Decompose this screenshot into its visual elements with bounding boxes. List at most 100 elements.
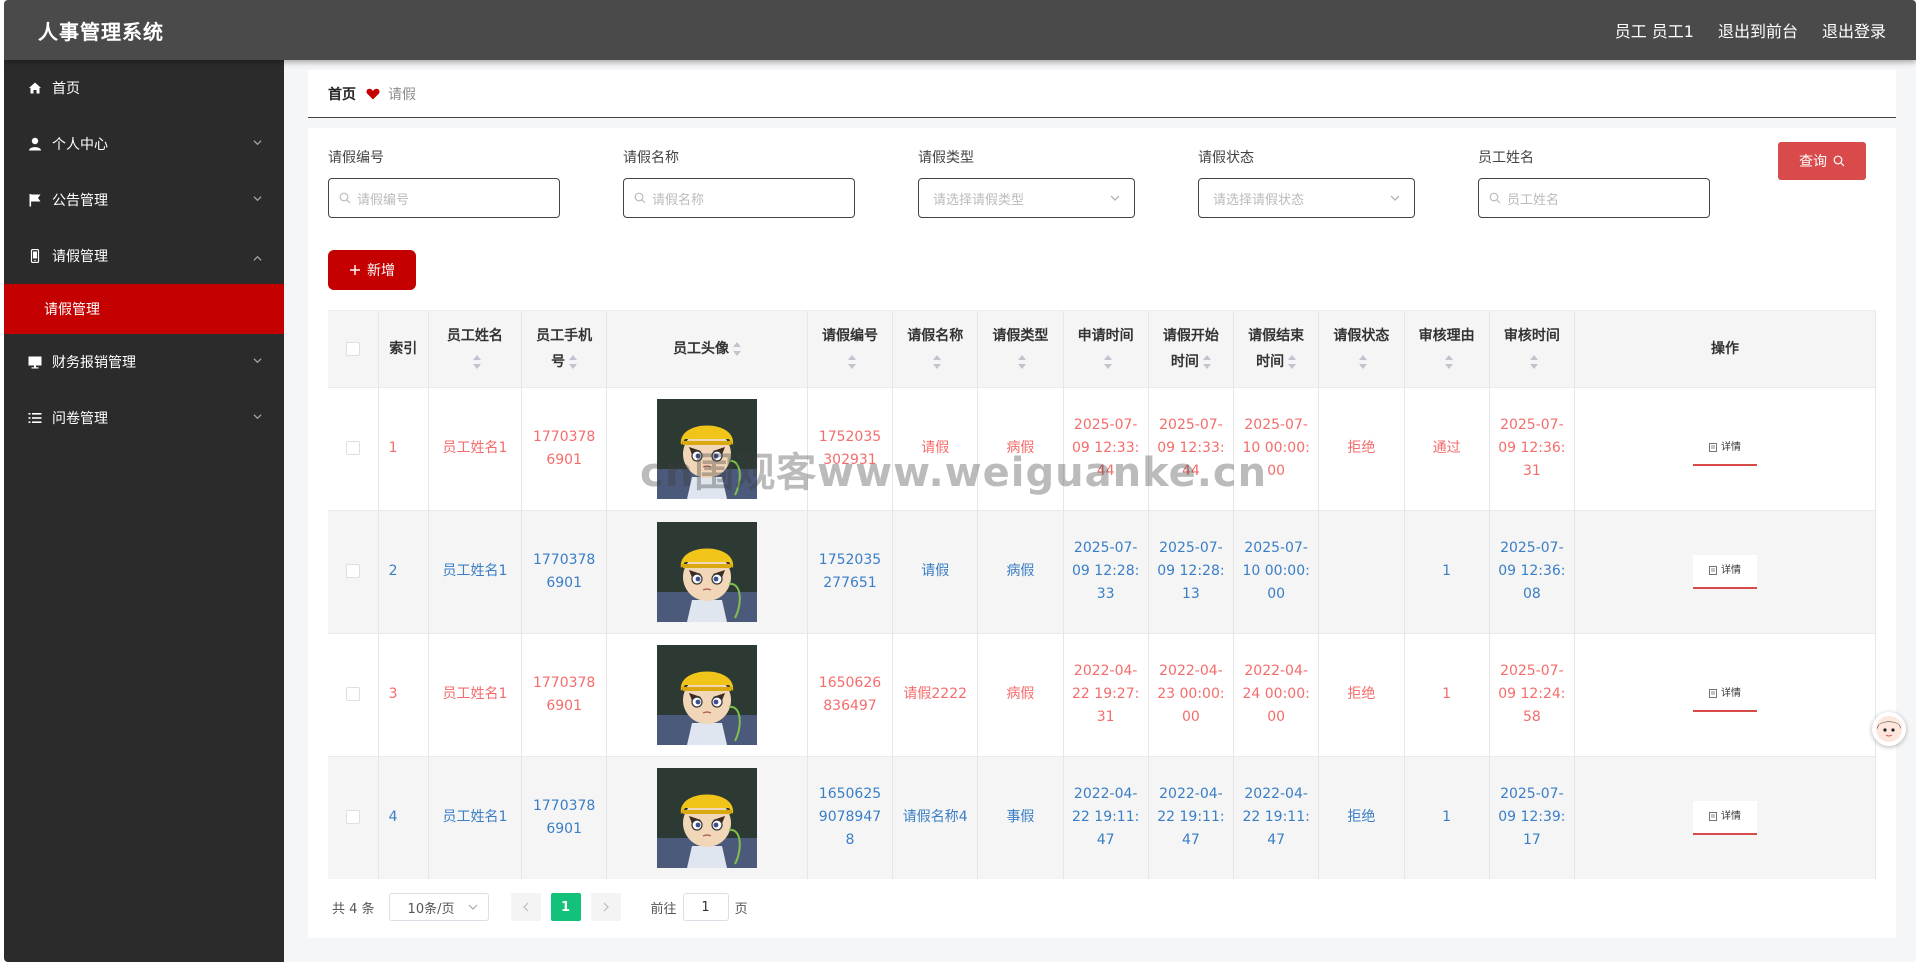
main-content: 首页 请假 请假编号 请假编号 请假名称 请假名称 请假类型 请选择请假类型 请… — [308, 70, 1896, 938]
leave-name-input[interactable]: 请假名称 — [623, 178, 855, 218]
row-checkbox[interactable] — [345, 810, 360, 825]
row-checkbox[interactable] — [345, 441, 360, 455]
row-checkbox[interactable] — [345, 687, 360, 701]
document-icon — [1709, 566, 1717, 575]
cell-employee-avatar — [606, 509, 808, 633]
leave-status-select[interactable]: 请选择请假状态 — [1198, 178, 1415, 218]
sort-icon[interactable] — [733, 341, 742, 356]
cell-text: 2022-04-24 00:00:00 — [1242, 663, 1310, 725]
employee-name-input[interactable]: 员工姓名 — [1478, 178, 1710, 218]
header-status[interactable]: 请假状态 — [1318, 311, 1405, 387]
sort-icon[interactable] — [847, 354, 856, 369]
page-jump-suffix: 页 — [734, 901, 748, 917]
sidebar-subitem-leave-management[interactable]: 请假管理 — [4, 284, 284, 334]
breadcrumb-home[interactable]: 首页 — [328, 84, 356, 104]
sidebar-item-label: 首页 — [52, 81, 80, 97]
table-row[interactable]: 4 员工姓名1 17703786901 16506259078947 8 请假名称4 事假… — [328, 755, 1877, 879]
prev-page-button[interactable] — [510, 893, 541, 921]
sort-icon[interactable] — [1103, 354, 1112, 369]
cell-text: 2025-07-09 12:33:44 — [1157, 417, 1225, 479]
header-leave-type[interactable]: 请假类型 — [977, 311, 1064, 387]
placeholder-text: 请假编号 — [357, 192, 410, 208]
cell-leave-code: 16506259078947 8 — [807, 755, 894, 879]
logout-link[interactable]: 退出登录 — [1822, 18, 1886, 42]
header-leave-name[interactable]: 请假名称 — [892, 311, 979, 387]
detail-button[interactable]: 详情 — [1692, 800, 1757, 835]
sort-icon[interactable] — [569, 354, 578, 369]
cell-text: 病假 — [1006, 440, 1035, 456]
header-index: 索引 — [378, 311, 429, 387]
sort-icon[interactable] — [1288, 354, 1297, 369]
sort-icon[interactable] — [1018, 354, 1027, 369]
header-start-time[interactable]: 请假开始时间 — [1148, 311, 1235, 387]
chevron-down-icon — [253, 358, 262, 364]
add-button[interactable]: 新增 — [328, 250, 416, 290]
plus-icon — [350, 265, 360, 275]
sidebar-item-personal-center[interactable]: 个人中心 — [4, 116, 284, 172]
breadcrumb: 首页 请假 — [308, 70, 1896, 118]
detail-button[interactable]: 详情 — [1692, 554, 1757, 589]
cell-end-time: 2022-04-22 19:11:47 — [1233, 755, 1320, 879]
cell-employee-avatar — [606, 386, 808, 510]
placeholder-text: 请选择请假类型 — [933, 192, 1025, 208]
page-size-select[interactable]: 10条/页 — [388, 893, 489, 921]
header-reason[interactable]: 审核理由 — [1404, 311, 1490, 387]
exit-to-front-link[interactable]: 退出到前台 — [1718, 18, 1798, 42]
cell-leave-type: 事假 — [977, 755, 1064, 879]
table-row[interactable]: 1 员工姓名1 17703786901 1752035302931 请假 病假 2025-0… — [328, 386, 1877, 510]
cell-select — [328, 509, 379, 633]
cell-text: 17703786901 — [532, 797, 596, 837]
detail-button[interactable]: 详情 — [1692, 431, 1757, 466]
header-employee-name[interactable]: 员工姓名 — [428, 311, 523, 387]
detail-button[interactable]: 详情 — [1692, 677, 1757, 712]
sort-icon[interactable] — [1444, 354, 1453, 369]
header-label: 申请时间 — [1077, 327, 1134, 344]
page-jump-input[interactable]: 1 — [682, 893, 729, 921]
cell-select — [328, 755, 379, 879]
header-end-time[interactable]: 请假结束时间 — [1233, 311, 1320, 387]
detail-button-label: 详情 — [1720, 442, 1741, 453]
page-number-button[interactable]: 1 — [550, 893, 581, 921]
table-row[interactable]: 3 员工姓名1 17703786901 1650626836497 请假2222 病假 20… — [328, 632, 1877, 756]
header-label: 索引 — [389, 340, 418, 357]
sidebar-item-questionnaire[interactable]: 问卷管理 — [4, 390, 284, 446]
chat-assistant-avatar[interactable] — [1872, 712, 1906, 746]
sort-icon[interactable] — [1359, 354, 1368, 369]
sidebar-item-label: 请假管理 — [52, 249, 108, 265]
table-header-row: 索引 员工姓名 员工手机号 员工头像 请假编号 请假名称 请假类型 申请时间 请… — [328, 311, 1877, 387]
cell-action: 详情 — [1574, 386, 1877, 510]
header-review-time[interactable]: 审核时间 — [1489, 311, 1575, 387]
row-checkbox[interactable] — [345, 564, 360, 578]
table-row[interactable]: 2 员工姓名1 17703786901 1752035277651 请假 病假 2025-0… — [328, 509, 1877, 633]
sidebar-item-home[interactable]: 首页 — [4, 60, 284, 116]
sidebar-item-notice[interactable]: 公告管理 — [4, 172, 284, 228]
add-button-label: 新增 — [367, 263, 395, 279]
sidebar-item-leave[interactable]: 请假管理 — [4, 228, 284, 284]
sidebar-item-finance[interactable]: 财务报销管理 — [4, 334, 284, 390]
leave-code-input[interactable]: 请假编号 — [328, 178, 560, 218]
current-user-link[interactable]: 员工 员工1 — [1615, 18, 1694, 42]
header-employee-phone[interactable]: 员工手机号 — [521, 311, 608, 387]
cell-text: 拒绝 — [1347, 809, 1376, 826]
cell-status — [1318, 509, 1405, 633]
sort-icon[interactable] — [933, 354, 942, 369]
sort-icon[interactable] — [472, 354, 481, 369]
cell-reason: 1 — [1404, 509, 1490, 633]
header-leave-code[interactable]: 请假编号 — [807, 311, 894, 387]
field-label: 员工姓名 — [1478, 150, 1534, 166]
query-button[interactable]: 查询 — [1778, 142, 1866, 180]
sort-icon[interactable] — [1529, 354, 1538, 369]
leave-type-select[interactable]: 请选择请假类型 — [918, 178, 1135, 218]
header-label: 请假类型 — [992, 327, 1049, 344]
header-label: 请假名称 — [907, 327, 964, 344]
cell-text: 1752035302931 — [818, 428, 882, 468]
cell-select — [328, 632, 379, 756]
header-employee-avatar[interactable]: 员工头像 — [606, 311, 808, 387]
header-apply-time[interactable]: 申请时间 — [1063, 311, 1149, 387]
cell-text: 16506259078947 8 — [818, 786, 882, 849]
sort-icon[interactable] — [1202, 354, 1211, 369]
next-page-button[interactable] — [590, 893, 621, 921]
cell-review-time: 2025-07-09 12:39:17 — [1489, 755, 1575, 879]
select-all-checkbox[interactable] — [345, 341, 360, 356]
header-label: 员工姓名 — [446, 327, 503, 344]
